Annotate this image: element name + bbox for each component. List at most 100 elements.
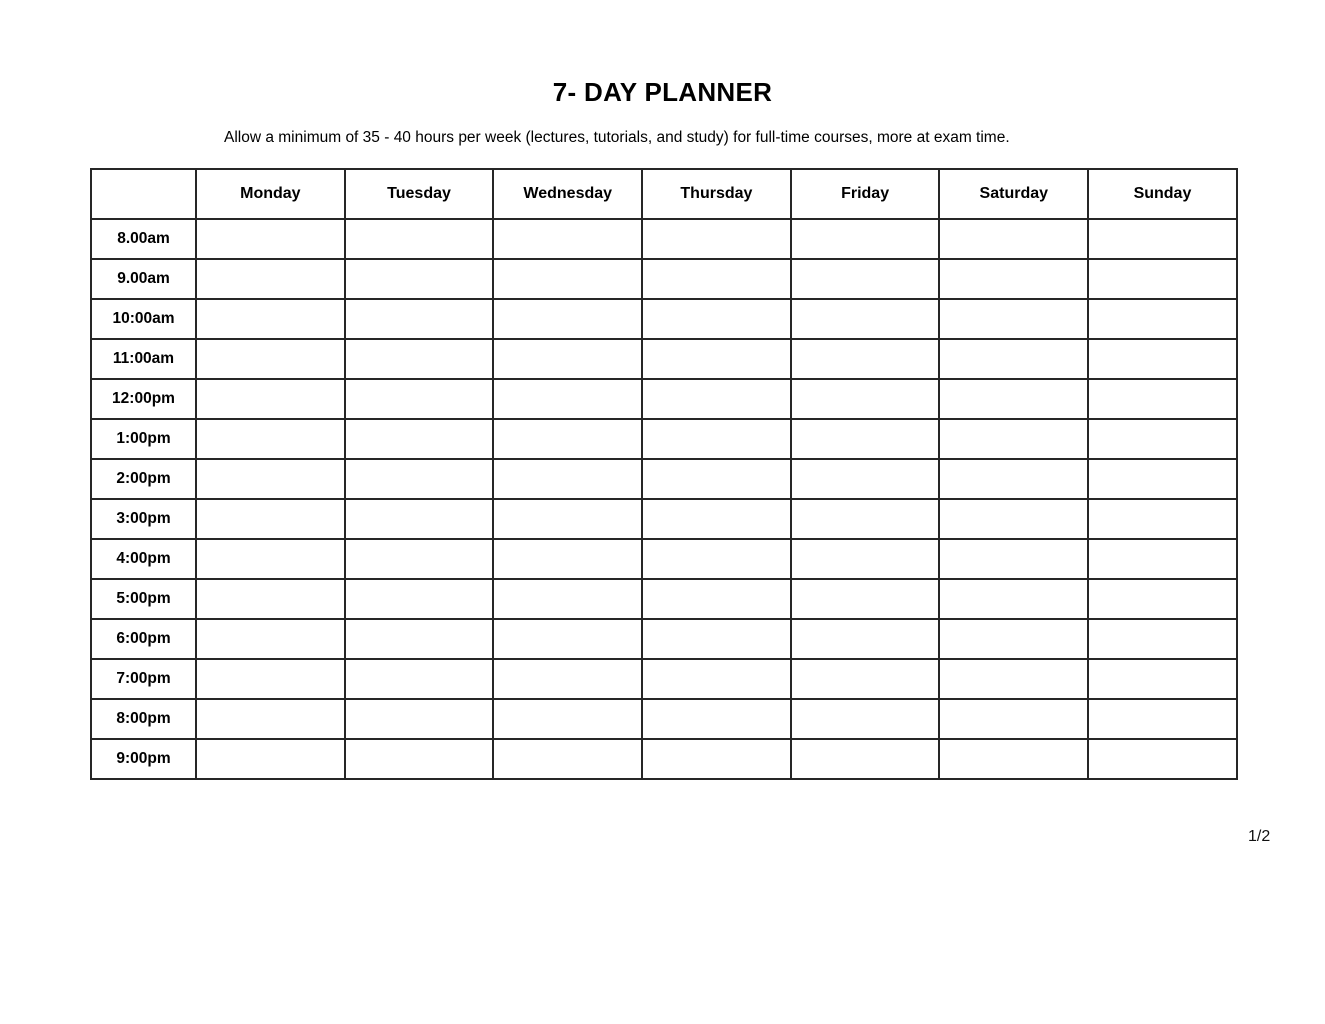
slot-cell[interactable] (492, 378, 644, 420)
slot-cell[interactable] (492, 698, 644, 740)
slot-cell[interactable] (492, 298, 644, 340)
slot-cell[interactable] (641, 458, 792, 500)
slot-cell[interactable] (789, 698, 941, 740)
slot-cell[interactable] (343, 658, 495, 700)
slot-cell[interactable] (195, 338, 346, 380)
slot-cell[interactable] (641, 578, 792, 620)
slot-cell[interactable] (641, 218, 792, 260)
slot-cell[interactable] (1087, 218, 1238, 260)
slot-cell[interactable] (789, 218, 941, 260)
slot-cell[interactable] (1087, 298, 1238, 340)
slot-cell[interactable] (195, 418, 346, 460)
slot-cell[interactable] (789, 258, 941, 300)
slot-cell[interactable] (343, 698, 495, 740)
slot-cell[interactable] (938, 498, 1090, 540)
slot-cell[interactable] (938, 258, 1090, 300)
slot-cell[interactable] (343, 338, 495, 380)
slot-cell[interactable] (1087, 538, 1238, 580)
slot-cell[interactable] (938, 458, 1090, 500)
slot-cell[interactable] (1087, 498, 1238, 540)
slot-cell[interactable] (1087, 658, 1238, 700)
slot-cell[interactable] (789, 618, 941, 660)
slot-cell[interactable] (492, 338, 644, 380)
slot-cell[interactable] (789, 498, 941, 540)
slot-cell[interactable] (343, 738, 495, 780)
slot-cell[interactable] (789, 458, 941, 500)
slot-cell[interactable] (1087, 698, 1238, 740)
slot-cell[interactable] (343, 538, 495, 580)
slot-cell[interactable] (938, 378, 1090, 420)
slot-cell[interactable] (789, 658, 941, 700)
slot-cell[interactable] (938, 738, 1090, 780)
slot-cell[interactable] (492, 258, 644, 300)
slot-cell[interactable] (789, 298, 941, 340)
slot-cell[interactable] (938, 578, 1090, 620)
slot-cell[interactable] (492, 218, 644, 260)
slot-cell[interactable] (1087, 578, 1238, 620)
slot-cell[interactable] (492, 418, 644, 460)
slot-cell[interactable] (1087, 458, 1238, 500)
slot-cell[interactable] (343, 298, 495, 340)
slot-cell[interactable] (343, 458, 495, 500)
slot-cell[interactable] (1087, 418, 1238, 460)
slot-cell[interactable] (195, 378, 346, 420)
time-label-11: 7:00pm (90, 658, 197, 700)
slot-cell[interactable] (195, 498, 346, 540)
slot-cell[interactable] (938, 338, 1090, 380)
slot-cell[interactable] (641, 258, 792, 300)
slot-cell[interactable] (195, 258, 346, 300)
slot-cell[interactable] (195, 698, 346, 740)
slot-cell[interactable] (492, 658, 644, 700)
slot-cell[interactable] (641, 338, 792, 380)
slot-cell[interactable] (343, 418, 495, 460)
slot-cell[interactable] (195, 538, 346, 580)
slot-cell[interactable] (492, 618, 644, 660)
slot-cell[interactable] (343, 578, 495, 620)
slot-cell[interactable] (641, 698, 792, 740)
slot-cell[interactable] (938, 218, 1090, 260)
slot-cell[interactable] (789, 338, 941, 380)
slot-cell[interactable] (938, 698, 1090, 740)
slot-cell[interactable] (492, 538, 644, 580)
slot-cell[interactable] (195, 218, 346, 260)
slot-cell[interactable] (492, 578, 644, 620)
slot-cell[interactable] (195, 458, 346, 500)
slot-cell[interactable] (195, 658, 346, 700)
slot-cell[interactable] (789, 538, 941, 580)
slot-cell[interactable] (492, 498, 644, 540)
slot-cell[interactable] (641, 498, 792, 540)
slot-cell[interactable] (641, 298, 792, 340)
slot-cell[interactable] (492, 458, 644, 500)
slot-cell[interactable] (1087, 258, 1238, 300)
slot-cell[interactable] (641, 658, 792, 700)
slot-cell[interactable] (789, 418, 941, 460)
slot-cell[interactable] (1087, 738, 1238, 780)
slot-cell[interactable] (1087, 338, 1238, 380)
slot-cell[interactable] (938, 658, 1090, 700)
slot-cell[interactable] (641, 738, 792, 780)
slot-cell[interactable] (1087, 618, 1238, 660)
slot-cell[interactable] (789, 738, 941, 780)
slot-cell[interactable] (343, 498, 495, 540)
slot-cell[interactable] (789, 578, 941, 620)
slot-cell[interactable] (195, 298, 346, 340)
slot-cell[interactable] (641, 378, 792, 420)
table-row: 4:00pm (90, 538, 1238, 580)
slot-cell[interactable] (195, 578, 346, 620)
slot-cell[interactable] (195, 738, 346, 780)
slot-cell[interactable] (938, 298, 1090, 340)
slot-cell[interactable] (1087, 378, 1238, 420)
slot-cell[interactable] (492, 738, 644, 780)
slot-cell[interactable] (938, 538, 1090, 580)
slot-cell[interactable] (195, 618, 346, 660)
slot-cell[interactable] (343, 618, 495, 660)
slot-cell[interactable] (789, 378, 941, 420)
slot-cell[interactable] (343, 378, 495, 420)
slot-cell[interactable] (641, 418, 792, 460)
slot-cell[interactable] (938, 418, 1090, 460)
slot-cell[interactable] (641, 538, 792, 580)
slot-cell[interactable] (343, 258, 495, 300)
slot-cell[interactable] (938, 618, 1090, 660)
slot-cell[interactable] (641, 618, 792, 660)
slot-cell[interactable] (343, 218, 495, 260)
